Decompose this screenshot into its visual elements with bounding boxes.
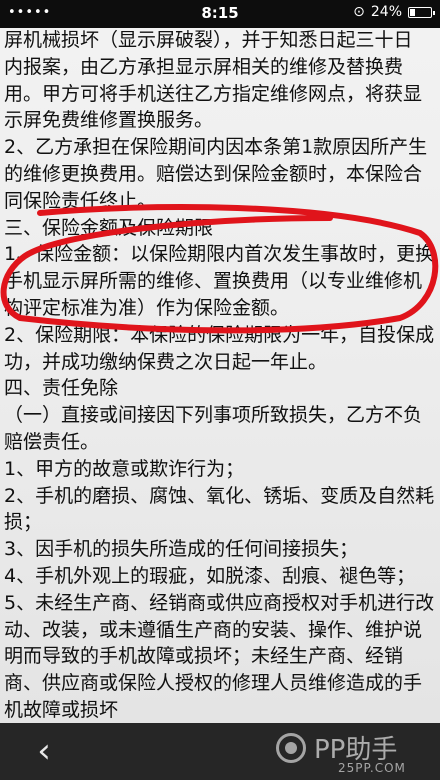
document-line: 四、责任免除 bbox=[4, 377, 119, 400]
bottom-toolbar: ‹ PP助手 25PP.COM bbox=[0, 723, 440, 780]
document-line: 功，并成功缴纳保费之次日起一年止。 bbox=[4, 350, 328, 373]
document-line: 2、乙方承担在保险期间内因本条第1款原因所产生 bbox=[4, 136, 428, 159]
document-line: 3、因手机的损失所造成的任何间接损失； bbox=[4, 538, 359, 561]
pp-assistant-watermark: PP助手 25PP.COM bbox=[276, 727, 426, 777]
pp-logo-icon bbox=[276, 733, 306, 763]
watermark-url: 25PP.COM bbox=[338, 761, 406, 775]
document-line: 5、未经生产商、经销商或供应商授权对手机进行改 bbox=[4, 591, 435, 614]
document-line: 1、保险金额：以保险期限内首次发生事故时，更换 bbox=[4, 243, 435, 266]
document-line: 屏机械损坏（显示屏破裂），并于知悉日起三十日 bbox=[4, 29, 413, 51]
document-line: 2、保险期限：本保险的保险期限为一年，自投保成 bbox=[4, 323, 435, 346]
document-line: （一）直接或间接因下列事项所致损失，乙方不负 bbox=[4, 404, 423, 427]
document-line: 的维修更换费用。赔偿达到保险金额时，本保险合 bbox=[4, 163, 423, 185]
document-line: 2、手机的磨损、腐蚀、氧化、锈垢、变质及自然耗 bbox=[4, 484, 435, 507]
document-line: 手机显示屏所需的维修、置换费用（以专业维修机 bbox=[4, 270, 423, 293]
document-line: 示屏免费维修置换服务。 bbox=[4, 109, 214, 132]
battery-fill bbox=[410, 8, 415, 16]
document-line: 机故障或损坏 bbox=[4, 699, 119, 721]
document-line: 明而导致的手机故障或损坏；未经生产商、经销 bbox=[4, 645, 404, 668]
document-line: 同保险责任终止。 bbox=[4, 189, 157, 212]
battery-icon bbox=[408, 6, 435, 18]
document-line: 损； bbox=[4, 511, 43, 534]
document-line: 商、供应商或保险人授权的修理人员维修造成的手 bbox=[4, 672, 423, 695]
back-button[interactable]: ‹ bbox=[28, 733, 60, 769]
document-line: 内报案，由乙方承担显示屏相关的维修及替换费 bbox=[4, 55, 404, 78]
status-bar: ••••• 8:15 ⊙ 24% bbox=[0, 0, 440, 28]
document-line: 动、改装，或未遵循生产商的安装、操作、维护说 bbox=[4, 618, 423, 641]
document-line: 1、甲方的故意或欺诈行为； bbox=[4, 457, 245, 480]
document-photo[interactable]: 屏机械损坏（显示屏破裂），并于知悉日起三十日 内报案，由乙方承担显示屏相关的维修及… bbox=[0, 28, 440, 723]
document-line: 构评定标准为准）作为保险金额。 bbox=[4, 297, 290, 319]
document-line: 4、手机外观上的瑕疵，如脱漆、刮痕、褪色等； bbox=[4, 565, 416, 587]
document-line: 赔偿责任。 bbox=[4, 431, 100, 453]
document-line: 三、保险金额及保险期限 bbox=[4, 216, 214, 239]
battery-percent: 24% bbox=[370, 4, 402, 20]
rotation-lock-icon: ⊙ bbox=[353, 4, 365, 20]
document-line: 用。甲方可将手机送往乙方指定维修网点，将获显 bbox=[4, 82, 423, 105]
status-right: ⊙ 24% bbox=[353, 4, 435, 20]
